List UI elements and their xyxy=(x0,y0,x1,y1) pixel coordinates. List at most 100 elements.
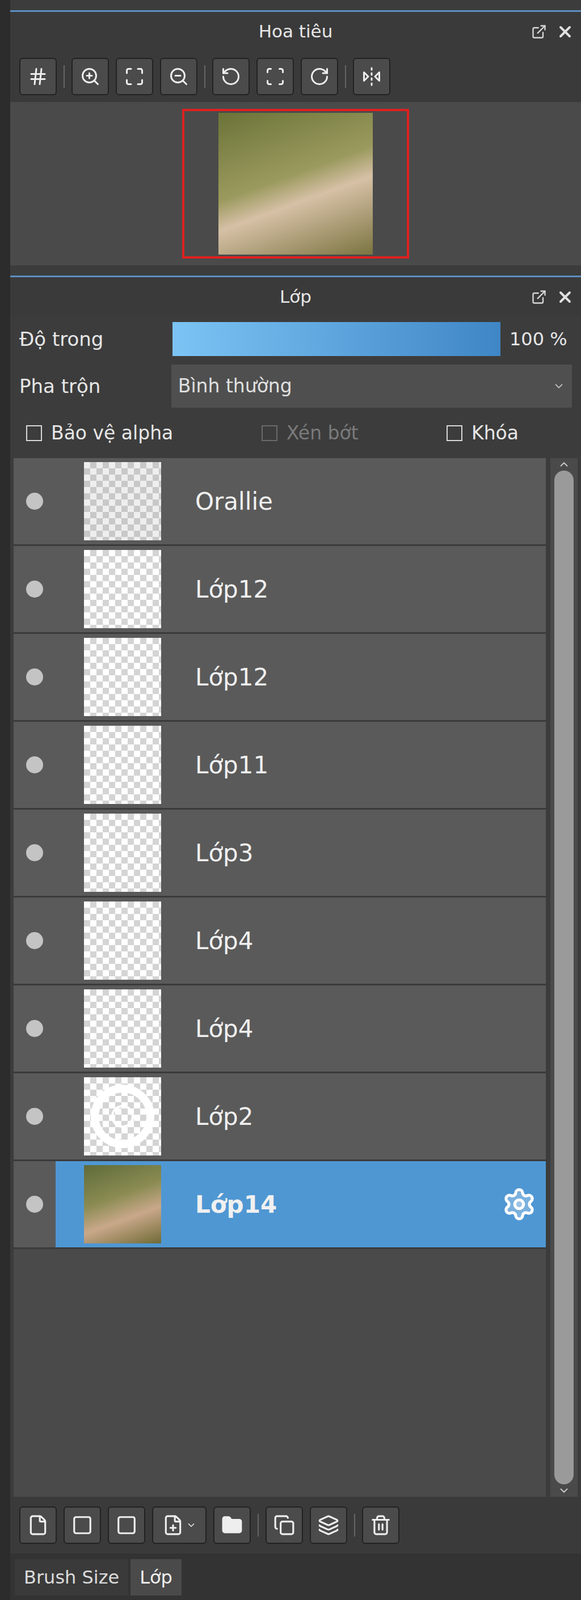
panel-tab[interactable]: Lớp xyxy=(130,1560,182,1597)
option-checkbox[interactable]: Khóa xyxy=(446,419,519,448)
actual-size-button[interactable] xyxy=(19,57,57,96)
zoom-out-button[interactable] xyxy=(160,57,198,96)
layer-thumbnail xyxy=(83,1165,162,1245)
layer-row[interactable]: Lớp3 xyxy=(13,810,546,899)
opacity-slider[interactable] xyxy=(172,322,501,357)
layer-row[interactable]: Lớp2 xyxy=(13,1074,546,1162)
navigator-toolbar xyxy=(10,51,581,103)
layer-thumbnail xyxy=(83,550,162,629)
layer-name: Lớp2 xyxy=(195,1099,537,1136)
layer-settings-icon[interactable] xyxy=(501,1187,537,1223)
visibility-toggle[interactable] xyxy=(26,493,44,511)
layer-row[interactable]: Lớp4 xyxy=(13,986,546,1075)
layer-row[interactable]: Lớp12 xyxy=(13,634,546,723)
new-layer-icon xyxy=(27,1515,49,1538)
new-layer-button[interactable] xyxy=(19,1507,57,1545)
dropdown-icon xyxy=(186,1521,197,1532)
close-icon[interactable] xyxy=(556,288,575,307)
layer-name: Lớp3 xyxy=(195,835,537,872)
merge-button[interactable] xyxy=(309,1507,348,1545)
blend-select[interactable]: Bình thường xyxy=(171,364,572,408)
layer-thumbnail xyxy=(83,1078,162,1157)
layer-thumbnail xyxy=(83,902,162,981)
opacity-value: 100 % xyxy=(509,325,568,353)
checkbox-box xyxy=(446,425,463,442)
folder-button[interactable] xyxy=(213,1507,251,1545)
1bit-layer-icon xyxy=(115,1515,138,1538)
visibility-toggle[interactable] xyxy=(26,932,44,950)
zoom-in-icon xyxy=(80,66,101,87)
close-icon[interactable] xyxy=(556,22,575,41)
rotate-left-button[interactable] xyxy=(212,57,250,96)
layer-row[interactable]: Lớp14 xyxy=(13,1162,546,1250)
layer-thumbnail xyxy=(83,462,162,541)
view-frame[interactable] xyxy=(182,108,410,259)
visibility-toggle[interactable] xyxy=(26,1020,44,1038)
visibility-toggle[interactable] xyxy=(26,668,44,686)
fit-button[interactable] xyxy=(115,57,154,96)
navigator-preview xyxy=(10,102,581,266)
scroll-up-icon[interactable] xyxy=(557,458,571,471)
navigator-header: Hoa tiêu xyxy=(10,10,581,52)
layer-name: Lớp4 xyxy=(195,1011,537,1048)
options-row: Bảo vệ alpha Xén bớt Khóa xyxy=(10,410,581,457)
visibility-toggle[interactable] xyxy=(26,1108,44,1126)
scroll-thumb[interactable] xyxy=(554,470,574,1486)
option-checkbox[interactable]: Bảo vệ alpha xyxy=(26,419,174,448)
popout-icon[interactable] xyxy=(531,23,547,40)
layer-row[interactable]: Lớp4 xyxy=(13,898,546,987)
layer-row[interactable]: Orallie xyxy=(13,458,546,547)
new-8bit-layer-button[interactable] xyxy=(63,1507,101,1545)
layer-thumbnail xyxy=(83,990,162,1069)
rotate-left-icon xyxy=(220,66,242,87)
zoom-out-icon xyxy=(168,66,189,87)
new-1bit-layer-button[interactable] xyxy=(107,1507,146,1545)
layer-toolbar xyxy=(10,1497,581,1555)
layer-name: Lớp14 xyxy=(195,1187,468,1224)
panel-tab[interactable]: Brush Size xyxy=(14,1560,129,1597)
opacity-row: Độ trong100 % xyxy=(10,316,581,362)
panel-title: Hoa tiêu xyxy=(258,18,334,45)
bottom-tabs: Brush SizeLớp xyxy=(10,1554,581,1600)
reset-view-icon xyxy=(264,66,286,87)
panel-title: Lớp xyxy=(279,283,312,311)
checkbox-box xyxy=(26,425,42,442)
navigator-panel: Hoa tiêu xyxy=(10,10,581,266)
delete-button[interactable] xyxy=(361,1507,400,1545)
visibility-toggle[interactable] xyxy=(26,581,44,599)
visibility-toggle[interactable] xyxy=(26,756,44,774)
layer-list: Orallie Lớp12 Lớp12 Lớp11 Lớp3 Lớp4 Lớp4 Lớp2 Lớ… xyxy=(13,458,546,1498)
layers-header: Lớp xyxy=(10,275,581,317)
rotate-right-button[interactable] xyxy=(300,57,339,96)
duplicate-button[interactable] xyxy=(265,1507,303,1545)
checkbox-box xyxy=(261,425,278,442)
popout-icon[interactable] xyxy=(531,289,547,306)
blend-row: Pha trộnBình thường xyxy=(10,361,581,411)
scroll-down-icon[interactable] xyxy=(557,1485,571,1498)
canvas-preview xyxy=(218,112,373,255)
layers-panel: LớpĐộ trong100 %Pha trộnBình thườngBảo v… xyxy=(10,275,581,1600)
dropdown-icon xyxy=(552,380,566,393)
fit-icon xyxy=(124,66,145,87)
layer-name: Lớp12 xyxy=(195,571,537,608)
add-layer-icon xyxy=(162,1515,184,1538)
actual-size-icon xyxy=(27,66,49,87)
add-layer-menu-button[interactable] xyxy=(152,1507,207,1545)
layer-list-area: Orallie Lớp12 Lớp12 Lớp11 Lớp3 Lớp4 Lớp4 Lớp2 Lớ… xyxy=(10,456,581,1498)
zoom-in-button[interactable] xyxy=(71,57,109,96)
duplicate-icon xyxy=(273,1515,296,1538)
visibility-toggle[interactable] xyxy=(26,1196,44,1214)
8bit-layer-icon xyxy=(71,1515,94,1538)
layer-thumbnail xyxy=(83,726,162,805)
layer-name: Lớp12 xyxy=(195,659,537,696)
layer-name: Lớp4 xyxy=(195,923,537,960)
layer-row[interactable]: Lớp12 xyxy=(13,546,546,635)
merge-icon xyxy=(317,1515,340,1538)
reset-view-button[interactable] xyxy=(256,57,294,96)
layer-row[interactable]: Lớp11 xyxy=(13,722,546,811)
flip-button[interactable] xyxy=(352,57,391,96)
flip-icon xyxy=(361,66,382,87)
scrollbar[interactable] xyxy=(550,458,578,1498)
visibility-toggle[interactable] xyxy=(26,844,44,862)
option-checkbox: Xén bớt xyxy=(261,419,359,448)
